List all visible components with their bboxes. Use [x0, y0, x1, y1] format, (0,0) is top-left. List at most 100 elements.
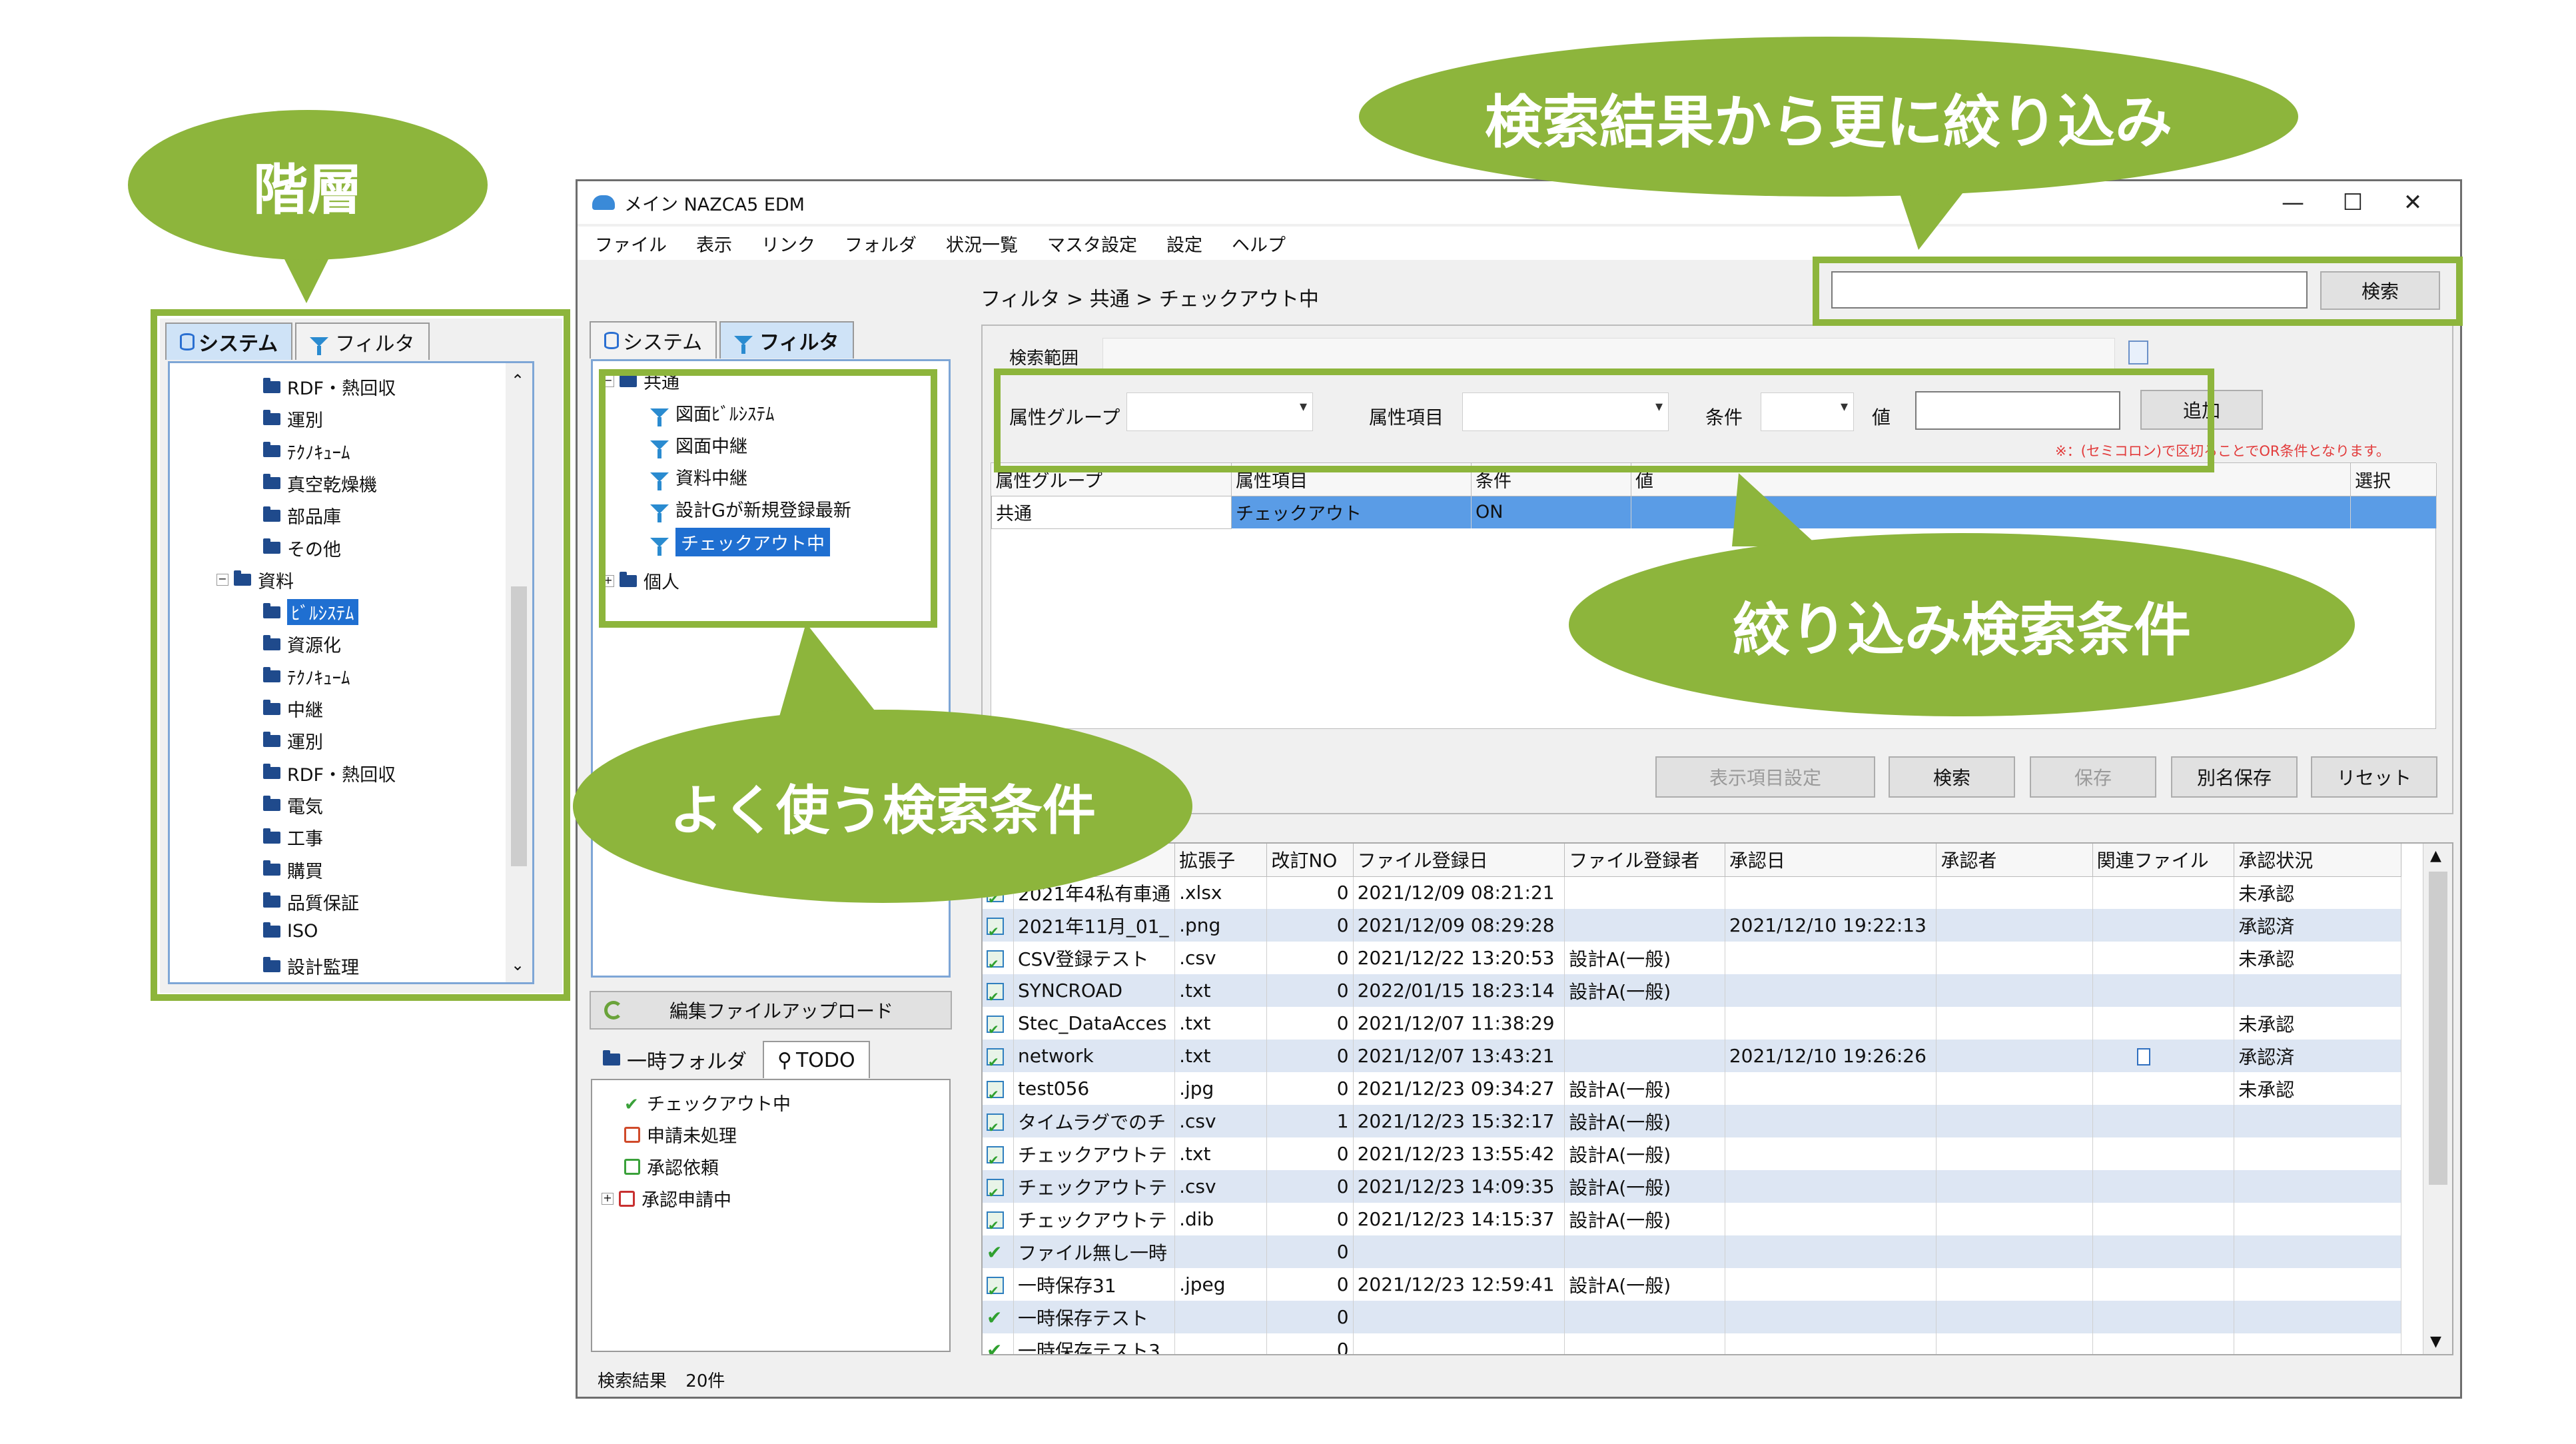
table-row[interactable]: ✔ SYNCROAD .txt 0 2022/01/15 18:23:14 設計A(一般)	[983, 974, 2401, 1007]
refine-search-input[interactable]	[1831, 271, 2308, 309]
results-col-header[interactable]: 関連ファイル	[2092, 844, 2235, 877]
filter-item[interactable]: チェックアウト中	[650, 528, 830, 556]
tab-todo[interactable]: ⚲ TODO	[763, 1041, 870, 1078]
menu-status-list[interactable]: 状況一覧	[946, 231, 1018, 257]
tab-system[interactable]: システム	[590, 321, 717, 359]
filter-item[interactable]: 設計Gが新規登録最新	[650, 496, 851, 522]
left-tree-item[interactable]: − 資料	[216, 567, 294, 593]
todo-item[interactable]: + 承認申請中	[602, 1185, 731, 1211]
upload-edit-file-button[interactable]: 編集ファイルアップロード	[590, 991, 952, 1030]
attr-item-select[interactable]	[1462, 392, 1669, 431]
condition-select[interactable]	[1761, 392, 1854, 431]
menu-help[interactable]: ヘルプ	[1232, 231, 1286, 257]
left-tree-item[interactable]: 資源化	[263, 631, 341, 657]
left-tree-item[interactable]: ﾃｸﾉｷｭｰﾑ	[263, 664, 350, 690]
table-row[interactable]: ✔ チェックアウトテ .dib 0 2021/12/23 14:15:37 設計A(一般)	[983, 1203, 2401, 1235]
table-row[interactable]: ✔ 2021年11月_01_ .png 0 2021/12/09 08:29:28 202…	[983, 909, 2401, 942]
tree-node-common[interactable]: − 共通	[602, 368, 679, 394]
condition-row[interactable]: 共通 チェックアウト ON	[991, 495, 2437, 529]
save-button[interactable]: 保存	[2030, 756, 2156, 798]
left-tree-item[interactable]: その他	[263, 535, 341, 561]
minimize-button[interactable]: —	[2263, 181, 2323, 224]
left-tree-item[interactable]: 設計監理	[263, 953, 359, 979]
left-tree-item[interactable]: RDF・熱回収	[263, 760, 396, 786]
table-row[interactable]: ✔ ファイル無し一時 0	[983, 1235, 2401, 1268]
refine-search-button[interactable]: 検索	[2320, 271, 2440, 310]
menu-settings[interactable]: 設定	[1166, 231, 1202, 257]
add-condition-button[interactable]: 追加	[2140, 390, 2263, 430]
left-tree-item[interactable]: ﾃｸﾉｷｭｰﾑ	[263, 438, 350, 464]
left-tree-item[interactable]: 運別	[263, 406, 323, 432]
tree-node-personal[interactable]: + 個人	[602, 568, 679, 594]
search-button[interactable]: 検索	[1889, 756, 2015, 798]
scope-field[interactable]	[1102, 338, 2115, 370]
attr-group-select[interactable]	[1126, 392, 1313, 431]
menu-master[interactable]: マスタ設定	[1047, 231, 1137, 257]
todo-item[interactable]: ✔ チェックアウト中	[624, 1089, 791, 1115]
left-tab-filter[interactable]: フィルタ	[295, 323, 430, 360]
filter-item[interactable]: 資料中継	[650, 464, 747, 490]
left-tree-item[interactable]: 品質保証	[263, 889, 359, 915]
results-col-header[interactable]: ファイル登録者	[1564, 844, 1725, 877]
results-col-header[interactable]: 承認者	[1936, 844, 2093, 877]
results-col-header[interactable]: 拡張子	[1174, 844, 1268, 877]
close-button[interactable]: ✕	[2383, 181, 2443, 224]
table-row[interactable]: ✔ CSV登録テスト .csv 0 2021/12/22 13:20:53 設計A(一般)…	[983, 942, 2401, 974]
table-row[interactable]: ✔ test056 .jpg 0 2021/12/23 09:34:27 設計A(一般) 未…	[983, 1072, 2401, 1105]
todo-item[interactable]: 申請未処理	[624, 1121, 737, 1147]
left-tree-item[interactable]: 工事	[263, 824, 323, 850]
table-row[interactable]: ✔ 2021年4私有車通 .xlsx 0 2021/12/09 08:21:21 未承認	[983, 876, 2401, 909]
col-attr-item[interactable]: 属性項目	[1231, 463, 1472, 496]
todo-tree[interactable]: ✔ チェックアウト中 申請未処理承認依頼 + 承認申請中	[591, 1079, 951, 1352]
maximize-button[interactable]: ☐	[2323, 181, 2383, 224]
col-condition[interactable]: 条件	[1471, 463, 1631, 496]
left-tree-item[interactable]: 購買	[263, 857, 323, 883]
request-pending-icon	[624, 1126, 640, 1143]
left-tree-item[interactable]: ﾋﾞﾙｼｽﾃﾑ	[263, 599, 358, 626]
value-input[interactable]	[1915, 391, 2120, 430]
left-tree[interactable]: RDF・熱回収 運別 ﾃｸﾉｷｭｰﾑ 真空乾燥機部品庫その他 − 資料 ﾋﾞﾙｼｽﾃﾑ 資源化…	[168, 361, 534, 984]
database-icon	[180, 333, 195, 351]
menu-folder[interactable]: フォルダ	[845, 231, 917, 257]
callout-conditions-tail	[1732, 473, 1819, 546]
results-scrollbar[interactable]: ▲ ▼	[2423, 844, 2452, 1354]
results-col-header[interactable]: 承認状況	[2234, 844, 2401, 877]
results-col-header[interactable]: 承認日	[1725, 844, 1937, 877]
table-row[interactable]: ✔ 一時保存31 .jpeg 0 2021/12/23 12:59:41 設計A(一般)	[983, 1268, 2401, 1301]
left-tree-scrollbar[interactable]: ⌃ ⌄	[506, 363, 532, 982]
display-columns-button[interactable]: 表示項目設定	[1655, 756, 1875, 798]
filter-item[interactable]: 図面ﾋﾞﾙｼｽﾃﾑ	[650, 400, 775, 426]
filter-item[interactable]: 図面中継	[650, 432, 747, 458]
left-tree-item[interactable]: RDF・熱回収	[263, 374, 396, 400]
left-tree-item[interactable]: 電気	[263, 792, 323, 818]
results-col-header[interactable]: 改訂NO	[1266, 844, 1354, 877]
tab-filter[interactable]: フィルタ	[719, 321, 854, 359]
table-row[interactable]: ✔ チェックアウトテ .txt 0 2021/12/23 13:55:42 設計A(一般)	[983, 1137, 2401, 1170]
table-row[interactable]: ✔ タイムラグでのチ .csv 1 2021/12/23 15:32:17 設計A(一般)	[983, 1105, 2401, 1137]
approval-request-icon	[624, 1158, 640, 1175]
save-as-button[interactable]: 別名保存	[2171, 756, 2298, 798]
menu-file[interactable]: ファイル	[595, 231, 667, 257]
left-tree-item[interactable]: 真空乾燥機	[263, 470, 377, 496]
table-row[interactable]: ✔ 一時保存テスト3 0	[983, 1333, 2401, 1354]
menu-link[interactable]: リンク	[761, 231, 815, 257]
scope-picker-icon[interactable]	[2128, 341, 2148, 364]
menu-view[interactable]: 表示	[696, 231, 732, 257]
todo-item[interactable]: 承認依頼	[624, 1153, 719, 1179]
left-tab-system[interactable]: システム	[165, 323, 293, 360]
table-row[interactable]: ✔ Stec_DataAcces .txt 0 2021/12/07 11:38:29 未…	[983, 1007, 2401, 1040]
checked-out-doc-icon: ✔	[987, 1277, 1004, 1297]
table-row[interactable]: ✔ 一時保存テスト 0	[983, 1301, 2401, 1333]
left-tree-item[interactable]: 中継	[263, 696, 323, 722]
col-attr-group[interactable]: 属性グループ	[991, 463, 1232, 496]
table-row[interactable]: ✔ network .txt 0 2021/12/07 13:43:21 2021/12/…	[983, 1040, 2401, 1072]
col-select[interactable]: 選択	[2350, 463, 2437, 496]
left-tree-item[interactable]: 運別	[263, 728, 323, 754]
tab-temp-folder[interactable]: 一時フォルダ	[590, 1041, 760, 1078]
left-tree-item[interactable]: 部品庫	[263, 502, 341, 528]
left-tree-item[interactable]: ISO	[263, 921, 318, 942]
reset-button[interactable]: リセット	[2311, 756, 2437, 798]
results-col-header[interactable]: ファイル登録日	[1353, 844, 1565, 877]
table-row[interactable]: ✔ チェックアウトテ .csv 0 2021/12/23 14:09:35 設計A(一般)	[983, 1170, 2401, 1203]
related-file-icon[interactable]	[2136, 1048, 2150, 1066]
